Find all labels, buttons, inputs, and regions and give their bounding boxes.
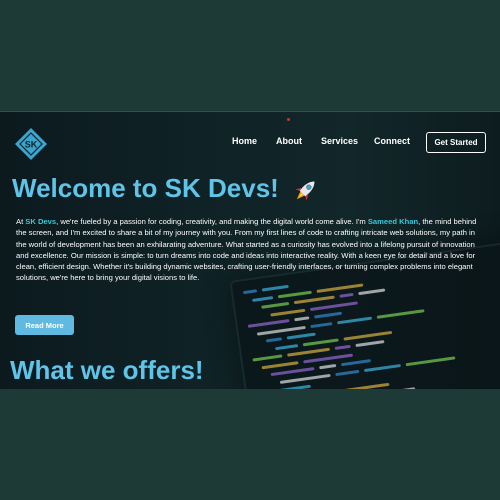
code-line [261,284,289,292]
code-line [274,343,299,350]
code-line [338,382,390,389]
navbar: SK Home About Services Connect Get Start… [0,111,500,173]
hero-title: Welcome to SK Devs! [12,173,320,204]
code-line [303,353,354,363]
code-line [355,340,385,348]
code-line [256,325,306,336]
code-line [302,337,339,346]
code-line [309,300,358,311]
code-line [293,295,335,305]
code-line [314,311,343,319]
read-more-button[interactable]: Read More [15,315,74,335]
code-line [334,344,351,350]
get-started-button[interactable]: Get Started [426,132,486,153]
code-line [358,288,386,296]
code-line [265,337,283,343]
brand-highlight: SK Devs [25,217,57,226]
website-frame: SK Home About Services Connect Get Start… [0,111,500,389]
intro-paragraph: At SK Devs, we're fueled by a passion fo… [16,216,486,284]
code-line [376,308,425,319]
code-line [279,373,331,384]
code-line [339,292,354,298]
code-line [279,384,312,389]
svg-text:SK: SK [25,140,38,150]
intro-text: , we're fueled by a passion for coding, … [56,217,368,226]
code-line [270,308,306,317]
code-line [252,354,283,362]
code-line [270,367,315,377]
offers-section-title: What we offers! [10,355,204,385]
code-line [405,355,456,366]
code-line [261,360,299,369]
code-line [277,290,312,298]
code-line [247,319,290,328]
code-line [340,359,372,367]
code-line [335,369,360,376]
code-line [294,316,310,322]
name-highlight: Sameed Khan [367,217,419,226]
nav-connect-link[interactable]: Connect [374,136,410,146]
rocket-icon [295,181,315,201]
code-line [384,387,416,389]
nav-about-link[interactable]: About [276,136,302,146]
code-line [336,316,373,324]
code-line [287,347,331,357]
hero-title-brand: SK Devs! [164,173,279,203]
code-line [261,301,290,309]
sk-diamond-logo-icon[interactable]: SK [14,127,48,161]
nav-services-link[interactable]: Services [321,136,358,146]
code-line [252,295,274,302]
hero-title-prefix: Welcome to [12,173,158,203]
code-line [343,330,393,341]
code-line [363,363,401,372]
nav-home-link[interactable]: Home [232,136,257,146]
code-line [316,282,364,293]
intro-text: At [16,217,26,226]
code-line [286,332,316,340]
code-line [310,321,333,328]
intro-text: , the mind behind the screen, and I'm ex… [16,217,477,283]
code-line [319,363,337,370]
code-line [242,289,258,295]
